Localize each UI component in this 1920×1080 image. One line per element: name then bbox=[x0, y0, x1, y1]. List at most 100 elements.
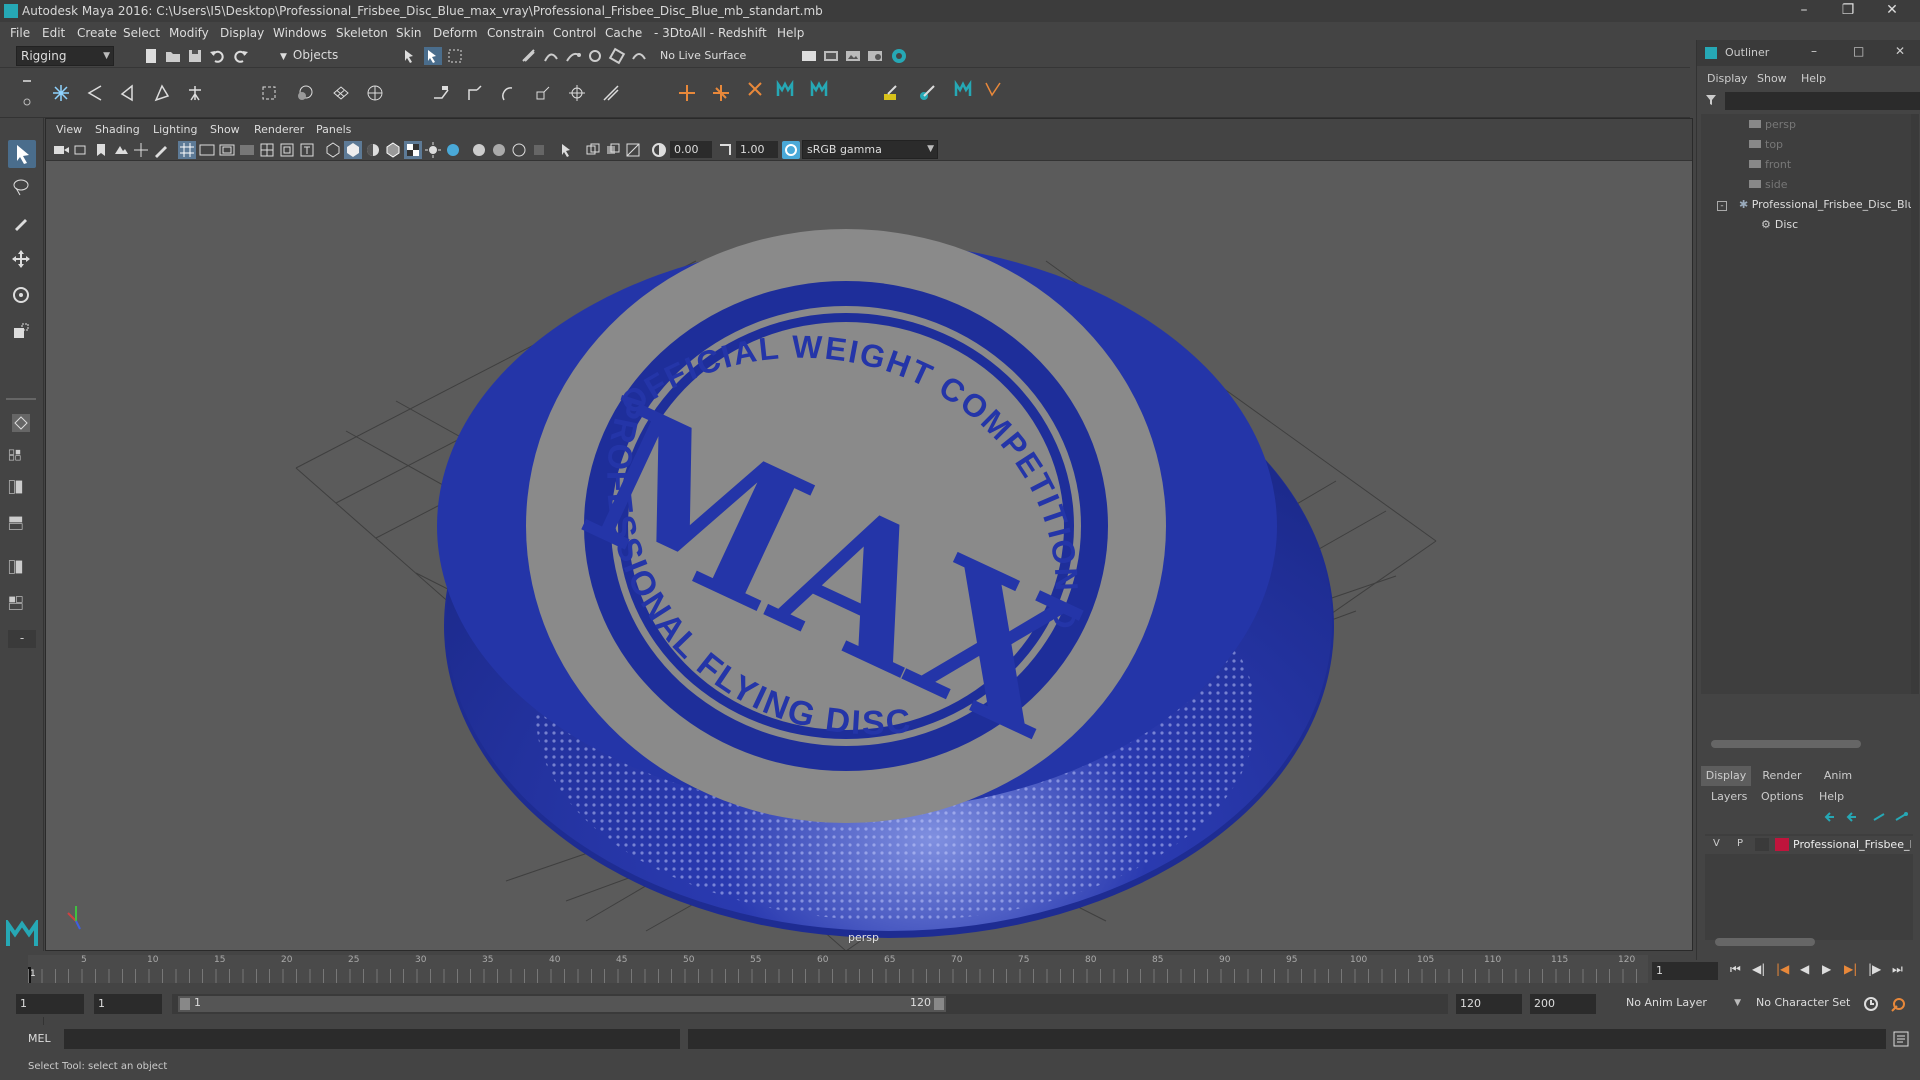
layer-color-swatch[interactable] bbox=[1775, 838, 1789, 851]
menu-display[interactable]: Display bbox=[220, 26, 264, 40]
range-end-grip[interactable] bbox=[934, 998, 944, 1010]
outliner-menu-display[interactable]: Display bbox=[1707, 72, 1748, 85]
move-tool-icon[interactable] bbox=[12, 250, 30, 268]
rotate-tool-icon[interactable] bbox=[12, 286, 30, 304]
safe-action-icon[interactable] bbox=[278, 141, 296, 159]
single-perspective-layout-icon[interactable] bbox=[12, 414, 30, 432]
menu-skeleton[interactable]: Skeleton bbox=[336, 26, 388, 40]
view-transform-dropdown[interactable]: sRGB gamma ▼ bbox=[802, 140, 938, 159]
textured-icon[interactable] bbox=[404, 141, 422, 159]
auto-key-icon[interactable] bbox=[1862, 995, 1880, 1013]
perspective-viewport[interactable]: View Shading Lighting Show Renderer Pane… bbox=[45, 118, 1693, 951]
parent-constraint-icon[interactable] bbox=[432, 84, 450, 102]
tab-anim[interactable]: Anim bbox=[1813, 766, 1863, 786]
menu-windows[interactable]: Windows bbox=[273, 26, 327, 40]
minimize-button[interactable]: – bbox=[1782, 0, 1826, 22]
xray-icon[interactable] bbox=[584, 141, 602, 159]
ipr-render-icon[interactable] bbox=[844, 47, 862, 65]
depth-of-field-icon[interactable] bbox=[530, 141, 548, 159]
playback-start-field[interactable]: 1 bbox=[94, 994, 162, 1014]
render-view-icon[interactable] bbox=[822, 47, 840, 65]
time-ruler[interactable]: 1 5 10 15 20 25 30 35 40 45 50 55 60 65 … bbox=[28, 955, 1648, 983]
animation-start-field[interactable]: 1 bbox=[16, 994, 84, 1014]
menu-constrain[interactable]: Constrain bbox=[487, 26, 545, 40]
snap-surface-icon[interactable] bbox=[608, 47, 626, 65]
menu-file[interactable]: File bbox=[10, 26, 30, 40]
snap-curve-icon[interactable] bbox=[542, 47, 560, 65]
step-forward-key-icon[interactable]: |▶ bbox=[1868, 962, 1881, 976]
paint-weights-icon[interactable] bbox=[296, 84, 314, 102]
mirror-joint-icon[interactable] bbox=[746, 80, 764, 98]
resolution-gate-icon[interactable] bbox=[218, 141, 236, 159]
persp-outliner-layout-icon[interactable] bbox=[8, 478, 36, 502]
layer-name[interactable]: Professional_Frisbee_D bbox=[1793, 838, 1911, 851]
menu-3dtoall[interactable]: - 3DtoAll - bbox=[654, 26, 714, 40]
close-button[interactable]: ✕ bbox=[1870, 0, 1914, 22]
motion-blur-icon[interactable] bbox=[490, 141, 508, 159]
pole-vector-icon[interactable] bbox=[602, 84, 620, 102]
wireframe-on-shaded-icon[interactable] bbox=[384, 141, 402, 159]
camera-select-icon[interactable] bbox=[52, 141, 70, 159]
film-gate-icon[interactable] bbox=[198, 141, 216, 159]
panel-menu-view[interactable]: View bbox=[56, 123, 82, 136]
menu-select[interactable]: Select bbox=[123, 26, 160, 40]
menu-redshift[interactable]: Redshift bbox=[718, 26, 767, 40]
menu-control[interactable]: Control bbox=[553, 26, 596, 40]
scale-constraint-icon[interactable] bbox=[534, 84, 552, 102]
outliner-horizontal-scrollbar[interactable] bbox=[1711, 740, 1861, 748]
select-object-icon[interactable] bbox=[424, 47, 442, 65]
outliner-item-disc[interactable]: ⚙ Disc bbox=[1761, 218, 1798, 231]
step-back-key-icon[interactable]: ◀| bbox=[1752, 962, 1765, 976]
help-menu[interactable]: Help bbox=[1819, 790, 1844, 803]
save-scene-icon[interactable] bbox=[186, 47, 204, 65]
tab-display[interactable]: Display bbox=[1701, 766, 1751, 786]
grid-toggle-icon[interactable] bbox=[178, 141, 196, 159]
panel-menu-panels[interactable]: Panels bbox=[316, 123, 351, 136]
wireframe-icon[interactable] bbox=[324, 141, 342, 159]
layer-horizontal-scrollbar[interactable] bbox=[1715, 938, 1815, 946]
skin-weight-tool-icon[interactable] bbox=[882, 84, 900, 102]
paint-skin-tool-icon[interactable] bbox=[918, 84, 936, 102]
outliner-search-field[interactable] bbox=[1725, 92, 1920, 110]
anim-layer-dropdown[interactable]: No Anim Layer ▼ bbox=[1622, 994, 1744, 1014]
panel-menu-shading[interactable]: Shading bbox=[95, 123, 140, 136]
panel-menu-renderer[interactable]: Renderer bbox=[254, 123, 304, 136]
layer-display-type-toggle[interactable] bbox=[1755, 838, 1769, 851]
camera-attributes-icon[interactable] bbox=[72, 141, 90, 159]
scene-view[interactable]: OFFICIAL WEIGHT COMPETITION DISC PROFESS… bbox=[46, 161, 1692, 951]
ik-handle-icon[interactable] bbox=[118, 84, 136, 102]
render-settings-icon[interactable] bbox=[800, 47, 818, 65]
screen-space-ao-icon[interactable] bbox=[470, 141, 488, 159]
restore-button[interactable]: ❐ bbox=[1826, 0, 1870, 22]
two-d-pan-zoom-icon[interactable] bbox=[132, 141, 150, 159]
exposure-icon[interactable] bbox=[650, 141, 668, 159]
collapse-icon[interactable]: - bbox=[1717, 201, 1727, 211]
shadows-icon[interactable] bbox=[444, 141, 462, 159]
outliner-item-top[interactable]: top bbox=[1749, 138, 1783, 151]
select-hierarchy-icon[interactable] bbox=[402, 47, 420, 65]
create-empty-layer-icon[interactable] bbox=[1871, 808, 1889, 826]
create-layer-from-selected-icon[interactable] bbox=[1893, 808, 1911, 826]
command-input[interactable] bbox=[64, 1029, 680, 1049]
persp-hypershade-layout-icon[interactable] bbox=[8, 558, 36, 582]
hypershade-icon[interactable] bbox=[866, 47, 884, 65]
time-slider[interactable]: 1 5 10 15 20 25 30 35 40 45 50 55 60 65 … bbox=[0, 951, 1690, 989]
exposure-field[interactable]: 0.00 bbox=[670, 141, 712, 158]
lasso-tool-icon[interactable] bbox=[12, 178, 30, 196]
menu-create[interactable]: Create bbox=[77, 26, 117, 40]
move-layer-up-icon[interactable] bbox=[1823, 808, 1841, 826]
layer-visibility-toggle[interactable]: V bbox=[1713, 838, 1720, 849]
redo-icon[interactable] bbox=[232, 47, 250, 65]
persp-graph-layout-icon[interactable] bbox=[8, 514, 36, 538]
grease-pencil-icon[interactable] bbox=[152, 141, 170, 159]
shelf-options-icon[interactable] bbox=[22, 76, 32, 110]
toolbox-more-button[interactable]: - bbox=[8, 630, 36, 648]
outliner-item-front[interactable]: front bbox=[1749, 158, 1791, 171]
outliner-maximize-button[interactable]: □ bbox=[1853, 44, 1864, 58]
lattice-icon[interactable] bbox=[332, 84, 350, 102]
panel-menu-show[interactable]: Show bbox=[210, 123, 240, 136]
four-view-layout-icon[interactable] bbox=[8, 446, 36, 464]
snap-view-plane-icon[interactable] bbox=[586, 47, 604, 65]
make-live-icon[interactable] bbox=[630, 47, 648, 65]
ik-spline-icon[interactable] bbox=[152, 84, 170, 102]
